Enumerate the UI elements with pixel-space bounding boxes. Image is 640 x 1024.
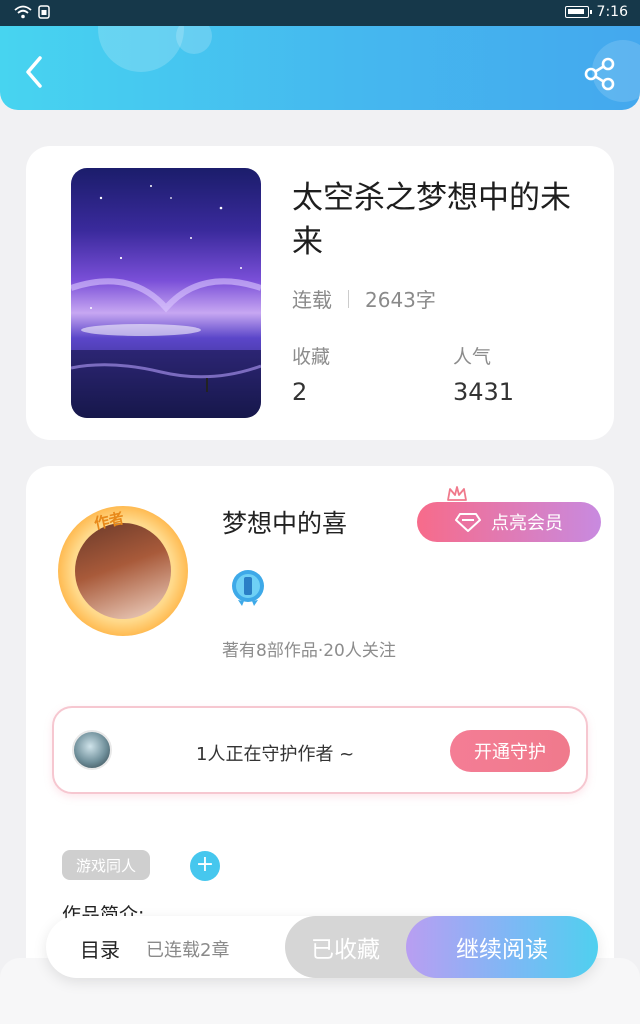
plus-icon[interactable]: + (190, 851, 220, 881)
wifi-icon (14, 5, 32, 19)
diamond-icon (455, 513, 481, 532)
status-icons-right: 7:16 (564, 4, 628, 20)
bottom-action-bar: 目录 已连载2章 已收藏 继续阅读 (46, 916, 598, 978)
author-avatar-image (75, 523, 171, 619)
meta-divider (348, 289, 349, 308)
status-icons-left (14, 5, 50, 19)
open-guard-button[interactable]: 开通守护 (450, 730, 570, 772)
book-cover[interactable] (71, 168, 261, 418)
share-icon[interactable] (582, 56, 618, 92)
table-of-contents-button[interactable]: 目录 (80, 934, 120, 963)
book-title: 太空杀之梦想中的未来 (292, 180, 571, 260)
status-time: 7:16 (596, 4, 628, 20)
popularity-label: 人气 (453, 346, 492, 368)
guardian-avatar[interactable] (72, 730, 112, 770)
favorites-value: 2 (292, 378, 308, 406)
book-info-card: 太空杀之梦想中的未来 连载 2643字 收藏 2 人气 3431 (26, 146, 614, 440)
author-name[interactable]: 梦想中的喜 (222, 504, 347, 540)
battery-icon (564, 6, 592, 18)
cover-art (71, 185, 261, 418)
header-bar (0, 26, 640, 110)
header-bubble (176, 26, 212, 54)
back-arrow-icon[interactable] (20, 54, 48, 90)
continue-reading-button[interactable]: 继续阅读 (406, 916, 598, 978)
header-bubble (98, 26, 184, 72)
tag-chip[interactable]: 游戏同人 (62, 850, 151, 880)
status-bar: 7:16 (0, 0, 640, 26)
guard-text: 1人正在守护作者 ~ (196, 744, 355, 765)
crown-icon (447, 486, 467, 501)
guard-panel: 1人正在守护作者 ~ 开通守护 (52, 706, 588, 794)
vip-button[interactable]: 点亮会员 (417, 502, 601, 542)
book-word-count: 2643字 (365, 288, 436, 312)
sim-icon (38, 5, 50, 19)
book-meta: 连载 2643字 (292, 284, 436, 313)
author-stats: 著有8部作品·20人关注 (222, 641, 396, 661)
popularity-value: 3431 (453, 378, 515, 406)
level-badge-icon (232, 570, 264, 606)
favorites-label: 收藏 (292, 346, 331, 368)
vip-button-label: 点亮会员 (491, 513, 563, 534)
favorited-button-label: 已收藏 (311, 937, 380, 963)
chapter-count: 已连载2章 (146, 940, 230, 961)
book-status: 连载 (292, 288, 332, 312)
